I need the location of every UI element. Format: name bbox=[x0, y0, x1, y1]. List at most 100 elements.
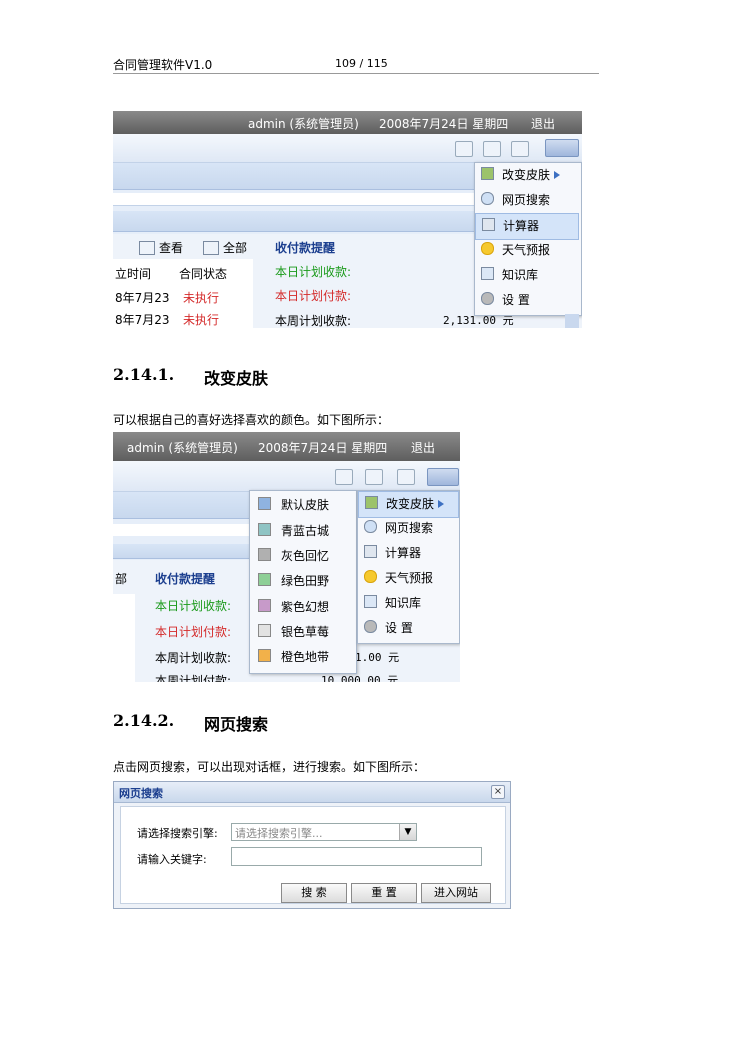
menu-item-web-search[interactable]: 网页搜索 bbox=[358, 516, 457, 541]
menu-item-label: 知识库 bbox=[385, 596, 422, 610]
menu-dropdown-button[interactable] bbox=[545, 139, 579, 157]
sun-icon bbox=[364, 570, 377, 583]
section-number: 2.14.2. bbox=[113, 711, 175, 730]
dialog-body: 请选择搜索引擎: 请选择搜索引擎... ▼ 请输入关键字: 搜 索 重 置 进入… bbox=[120, 806, 506, 904]
date-label: 2008年7月24日 星期四 bbox=[379, 117, 509, 131]
chevron-down-icon[interactable]: ▼ bbox=[399, 824, 416, 840]
skin-label: 灰色回忆 bbox=[281, 549, 330, 563]
reminder-week-receive: 本周计划收款: bbox=[155, 651, 232, 665]
menu-item-calculator[interactable]: 计算器 bbox=[475, 213, 579, 240]
screenshot-menu: admin (系统管理员) 2008年7月24日 星期四 退出 查看 全部 立时… bbox=[113, 111, 582, 328]
skin-item[interactable]: 橙色地带 bbox=[250, 645, 354, 670]
search-icon[interactable] bbox=[365, 469, 383, 485]
menu-item-weather[interactable]: 天气预报 bbox=[475, 238, 579, 263]
menu-item-settings[interactable]: 设 置 bbox=[358, 616, 457, 641]
menu-item-settings[interactable]: 设 置 bbox=[475, 288, 579, 313]
submenu-arrow-icon bbox=[553, 171, 560, 179]
search-icon bbox=[481, 192, 494, 205]
reminder-week-receive: 本周计划收款: bbox=[275, 314, 352, 328]
dialog-title: 网页搜索 bbox=[119, 787, 163, 800]
grid: 立时间 合同状态 8年7月23 未执行 8年7月23 未执行 bbox=[113, 259, 253, 328]
skin-label: 橙色地带 bbox=[281, 650, 330, 664]
menu-item-change-skin[interactable]: 改变皮肤 bbox=[358, 491, 459, 518]
skin-item[interactable]: 绿色田野 bbox=[250, 569, 354, 594]
document-header: 合同管理软件V1.0 109 / 115 bbox=[113, 56, 599, 74]
skin-label: 银色草莓 bbox=[281, 625, 330, 639]
scrollbar[interactable] bbox=[565, 314, 579, 328]
skin-item[interactable]: 青蓝古城 bbox=[250, 519, 354, 544]
reminder-title: 收付款提醒 bbox=[275, 241, 336, 255]
engine-select-value: 请选择搜索引擎... bbox=[235, 827, 323, 840]
engine-select[interactable]: 请选择搜索引擎... ▼ bbox=[231, 823, 417, 841]
section-number: 2.14.1. bbox=[113, 365, 175, 384]
search-icon[interactable] bbox=[483, 141, 501, 157]
mail-icon[interactable] bbox=[335, 469, 353, 485]
enter-site-button[interactable]: 进入网站 bbox=[421, 883, 491, 903]
gear-icon bbox=[481, 292, 494, 305]
search-button[interactable]: 搜 索 bbox=[281, 883, 347, 903]
menu-item-calculator[interactable]: 计算器 bbox=[358, 541, 457, 566]
menu-item-weather[interactable]: 天气预报 bbox=[358, 566, 457, 591]
calendar-icon[interactable] bbox=[397, 469, 415, 485]
calendar-icon[interactable] bbox=[511, 141, 529, 157]
skin-icon bbox=[481, 167, 494, 180]
tools-menu: 改变皮肤 网页搜索 计算器 天气预报 知识库 设 置 bbox=[357, 490, 460, 644]
menu-dropdown-button[interactable] bbox=[427, 468, 459, 486]
skin-label: 默认皮肤 bbox=[281, 498, 330, 512]
user-label: admin (系统管理员) bbox=[127, 441, 238, 455]
skin-item[interactable]: 银色草莓 bbox=[250, 620, 354, 645]
grid bbox=[113, 594, 135, 682]
left-label: 部 bbox=[115, 572, 128, 586]
keyword-input[interactable] bbox=[231, 847, 482, 866]
engine-label: 请选择搜索引擎: bbox=[137, 827, 218, 840]
skin-label: 绿色田野 bbox=[281, 574, 330, 588]
all-button[interactable]: 全部 bbox=[223, 239, 247, 256]
skin-label: 紫色幻想 bbox=[281, 600, 330, 614]
gear-icon bbox=[364, 620, 377, 633]
user-label: admin (系统管理员) bbox=[248, 117, 359, 131]
reminder-today-receive: 本日计划收款: bbox=[275, 265, 352, 279]
reminder-today-pay: 本日计划付款: bbox=[275, 289, 352, 303]
menu-item-knowledge-base[interactable]: 知识库 bbox=[358, 591, 457, 616]
menu-item-label: 天气预报 bbox=[385, 571, 434, 585]
reminder-today-pay: 本日计划付款: bbox=[155, 625, 232, 639]
row-status: 未执行 bbox=[183, 313, 220, 327]
logout-link[interactable]: 退出 bbox=[531, 115, 555, 132]
book-icon bbox=[481, 267, 494, 280]
mail-icon[interactable] bbox=[455, 141, 473, 157]
menu-item-web-search[interactable]: 网页搜索 bbox=[475, 188, 579, 213]
logout-link[interactable]: 退出 bbox=[411, 439, 435, 456]
all-icon[interactable] bbox=[203, 241, 219, 255]
skin-swatch bbox=[258, 599, 271, 612]
skin-label: 青蓝古城 bbox=[281, 524, 330, 538]
skin-item[interactable]: 灰色回忆 bbox=[250, 544, 354, 569]
toolbar bbox=[113, 134, 582, 163]
menu-item-label: 设 置 bbox=[385, 621, 413, 635]
calculator-icon bbox=[364, 545, 377, 558]
menu-item-change-skin[interactable]: 改变皮肤 bbox=[475, 163, 579, 188]
skin-swatch bbox=[258, 624, 271, 637]
skin-item[interactable]: 紫色幻想 bbox=[250, 595, 354, 620]
reminder-amount: 1.00 元 bbox=[355, 651, 400, 664]
close-icon[interactable]: × bbox=[491, 785, 505, 799]
view-button[interactable]: 查看 bbox=[159, 239, 183, 256]
skin-item[interactable]: 默认皮肤 bbox=[250, 493, 354, 518]
menu-item-label: 网页搜索 bbox=[385, 521, 434, 535]
skin-icon bbox=[365, 496, 378, 509]
menu-item-knowledge-base[interactable]: 知识库 bbox=[475, 263, 579, 288]
table-row[interactable]: 8年7月23 未执行 bbox=[113, 309, 253, 328]
tools-menu: 改变皮肤 网页搜索 计算器 天气预报 知识库 设 置 bbox=[474, 162, 582, 316]
document-title: 合同管理软件V1.0 bbox=[113, 58, 213, 72]
screenshot-skins: admin (系统管理员) 2008年7月24日 星期四 退出 部 收付款提醒 … bbox=[113, 432, 460, 682]
dialog-titlebar: 网页搜索 × bbox=[114, 782, 510, 803]
skin-swatch bbox=[258, 573, 271, 586]
skin-swatch bbox=[258, 548, 271, 561]
table-row[interactable]: 8年7月23 未执行 bbox=[113, 287, 253, 307]
menu-item-label: 计算器 bbox=[503, 219, 540, 233]
row-status: 未执行 bbox=[183, 291, 220, 305]
reset-button[interactable]: 重 置 bbox=[351, 883, 417, 903]
search-dialog: 网页搜索 × 请选择搜索引擎: 请选择搜索引擎... ▼ 请输入关键字: 搜 索… bbox=[113, 781, 511, 909]
menu-item-label: 设 置 bbox=[502, 293, 530, 307]
view-icon[interactable] bbox=[139, 241, 155, 255]
book-icon bbox=[364, 595, 377, 608]
